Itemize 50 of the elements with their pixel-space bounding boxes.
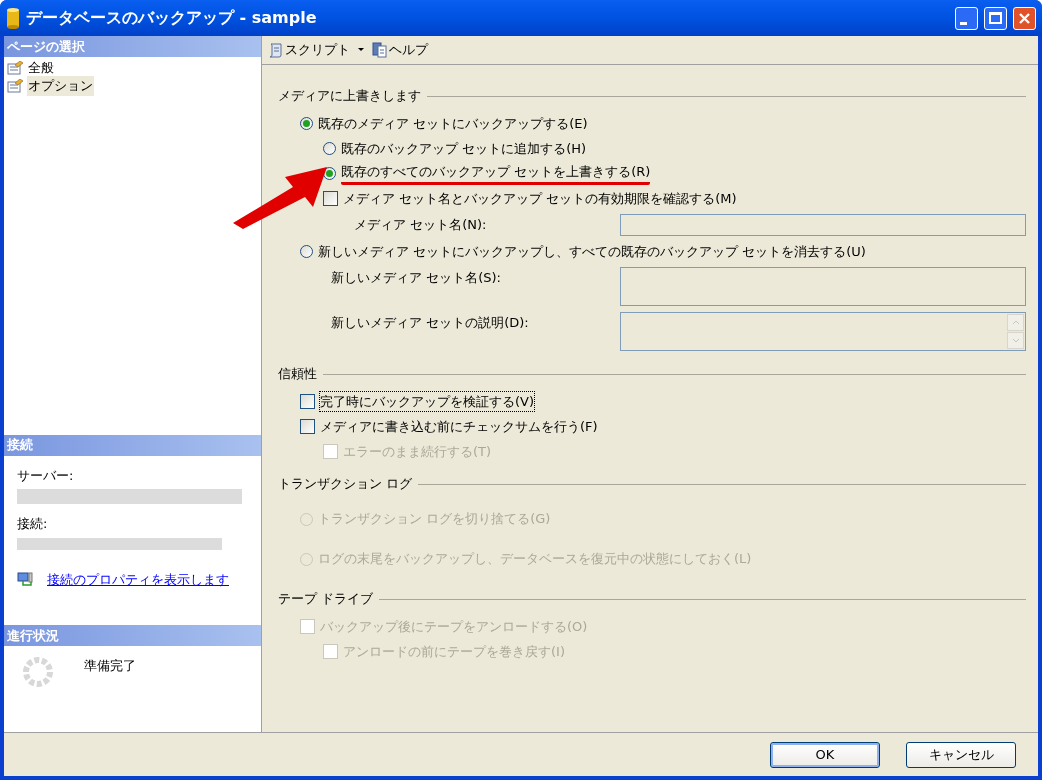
close-icon [1018,11,1031,25]
connection-properties-link[interactable]: 接続のプロパティを表示します [47,569,229,589]
radio-button[interactable] [300,117,313,130]
status-text: 準備完了 [84,657,136,675]
option-label: メディア セット名とバックアップ セットの有効期限を確認する(M) [343,189,737,208]
server-label: サーバー: [17,466,75,485]
minimize-button[interactable] [955,6,978,30]
checkbox[interactable] [300,394,315,409]
computer-icon [17,571,33,587]
document-icon [372,42,388,58]
toolbar-button[interactable]: ヘルプ [372,40,428,60]
section-title: テープ ドライブ [278,590,374,609]
window-title: データベースのバックアップ - sample [26,7,317,29]
option-label: メディアに書き込む前にチェックサムを行う(F) [320,417,598,436]
pane-header: 接続 [4,434,261,456]
pane-header: 進行状況 [4,625,261,646]
dialog-button[interactable]: OK [770,741,880,768]
radio-button[interactable] [323,142,336,155]
option-label: 既存のバックアップ セットに追加する(H) [341,139,587,158]
spinner-icon [22,656,54,688]
field-label: 新しいメディア セット名(S): [331,269,501,287]
field-label: メディア セット名(N): [354,216,487,234]
section-title: 信頼性 [278,365,317,384]
description-field[interactable] [620,312,1026,351]
connection-label: 接続: [17,515,49,533]
text-field[interactable] [620,214,1026,236]
checkbox[interactable] [300,419,315,434]
close-button[interactable] [1013,6,1036,30]
option-label: トランザクション ログを切り捨てる(G) [318,510,551,529]
dropdown-caret-icon[interactable] [358,48,364,52]
page-item[interactable]: オプション [27,76,94,96]
toolbar-button[interactable]: スクリプト [268,40,350,60]
text-field[interactable] [620,267,1026,306]
radio-button[interactable] [300,245,313,258]
option-label: 完了時にバックアップを検証する(V) [320,391,535,412]
section-title: トランザクション ログ [278,475,413,494]
option-label: 既存のメディア セットにバックアップする(E) [318,114,588,133]
option-label: 既存のすべてのバックアップ セットを上書きする(R) [341,162,651,185]
properties-icon [7,61,23,75]
checkbox[interactable] [323,191,338,206]
page-item[interactable]: 全般 [27,58,55,78]
pane-header: ページの選択 [4,36,261,57]
maximize-button[interactable] [984,6,1007,30]
properties-icon [7,79,23,93]
option-label: 新しいメディア セットにバックアップし、すべての既存のバックアップ セットを消去する(U) [318,242,866,261]
scroll-icon [268,42,284,58]
database-icon [6,7,20,29]
field-label: 新しいメディア セットの説明(D): [331,314,529,332]
section-title: メディアに上書きします [278,87,421,106]
dialog-button[interactable]: キャンセル [906,741,1016,768]
